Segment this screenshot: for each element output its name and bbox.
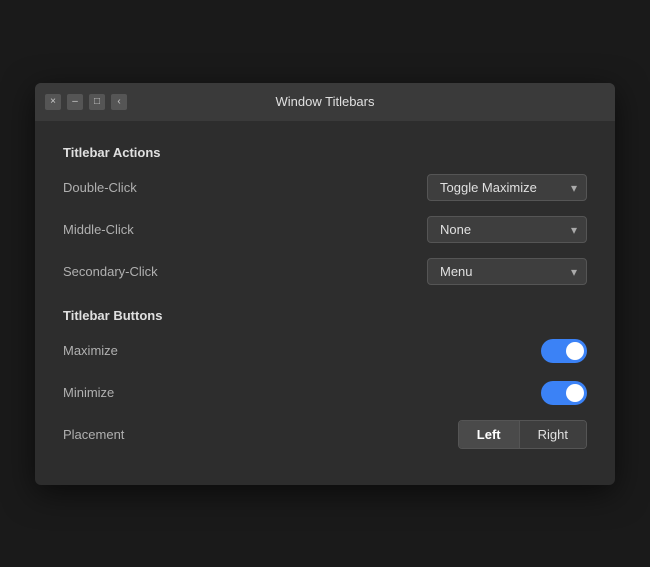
window: × – □ ‹ Window Titlebars Titlebar Action… xyxy=(35,83,615,485)
titlebar-actions-heading: Titlebar Actions xyxy=(63,145,587,160)
titlebar-buttons-heading: Titlebar Buttons xyxy=(63,308,587,323)
minimize-button[interactable]: – xyxy=(67,94,83,110)
maximize-toggle[interactable] xyxy=(541,339,587,363)
minimize-toggle[interactable] xyxy=(541,381,587,405)
placement-right-button[interactable]: Right xyxy=(520,421,586,448)
back-button[interactable]: ‹ xyxy=(111,94,127,110)
double-click-dropdown[interactable]: Toggle Maximize None Menu Lower Minimize xyxy=(427,174,587,201)
secondary-click-label: Secondary-Click xyxy=(63,264,158,279)
middle-click-label: Middle-Click xyxy=(63,222,134,237)
maximize-row: Maximize xyxy=(63,335,587,367)
maximize-slider xyxy=(541,339,587,363)
middle-click-dropdown[interactable]: None Toggle Maximize Menu Lower Minimize xyxy=(427,216,587,243)
middle-click-dropdown-wrapper: None Toggle Maximize Menu Lower Minimize xyxy=(427,216,587,243)
window-title: Window Titlebars xyxy=(276,94,375,109)
titlebar-controls: × – □ ‹ xyxy=(45,94,127,110)
placement-left-button[interactable]: Left xyxy=(459,421,520,448)
placement-label: Placement xyxy=(63,427,124,442)
content-area: Titlebar Actions Double-Click Toggle Max… xyxy=(35,121,615,485)
close-button[interactable]: × xyxy=(45,94,61,110)
minimize-label: Minimize xyxy=(63,385,114,400)
secondary-click-dropdown-wrapper: Menu None Toggle Maximize Lower Minimize xyxy=(427,258,587,285)
titlebar-buttons-section: Titlebar Buttons Maximize Minimize Pl xyxy=(63,308,587,451)
minimize-slider xyxy=(541,381,587,405)
double-click-dropdown-wrapper: Toggle Maximize None Menu Lower Minimize xyxy=(427,174,587,201)
double-click-row: Double-Click Toggle Maximize None Menu L… xyxy=(63,172,587,204)
secondary-click-dropdown[interactable]: Menu None Toggle Maximize Lower Minimize xyxy=(427,258,587,285)
double-click-label: Double-Click xyxy=(63,180,137,195)
titlebar: × – □ ‹ Window Titlebars xyxy=(35,83,615,121)
middle-click-row: Middle-Click None Toggle Maximize Menu L… xyxy=(63,214,587,246)
maximize-label: Maximize xyxy=(63,343,118,358)
secondary-click-row: Secondary-Click Menu None Toggle Maximiz… xyxy=(63,256,587,288)
placement-row: Placement Left Right xyxy=(63,419,587,451)
maximize-button[interactable]: □ xyxy=(89,94,105,110)
placement-button-group: Left Right xyxy=(458,420,587,449)
minimize-row: Minimize xyxy=(63,377,587,409)
